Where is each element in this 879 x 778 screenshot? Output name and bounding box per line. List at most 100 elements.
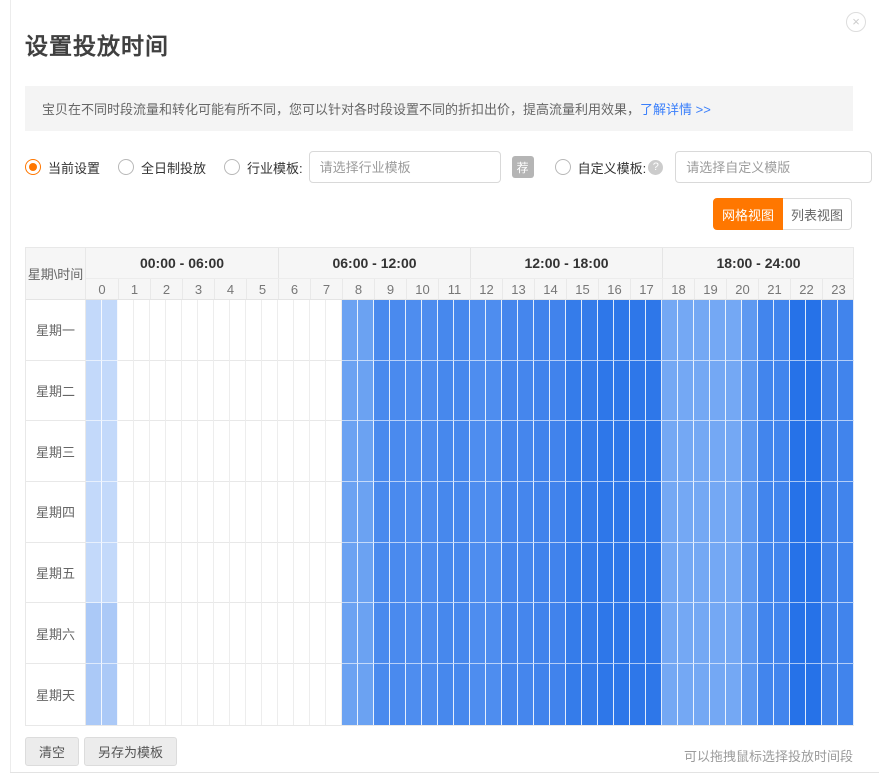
time-slot-cell[interactable] [246, 361, 262, 422]
time-slot-cell[interactable] [678, 300, 694, 361]
time-slot-cell[interactable] [294, 421, 310, 482]
time-slot-cell[interactable] [406, 361, 422, 422]
time-slot-cell[interactable] [374, 421, 390, 482]
time-slot-cell[interactable] [358, 664, 374, 725]
time-slot-cell[interactable] [86, 482, 102, 543]
time-slot-cell[interactable] [102, 361, 118, 422]
time-slot-cell[interactable] [678, 482, 694, 543]
time-slot-cell[interactable] [454, 361, 470, 422]
time-slot-cell[interactable] [614, 603, 630, 664]
time-slot-cell[interactable] [422, 361, 438, 422]
time-slot-cell[interactable] [134, 300, 150, 361]
time-slot-cell[interactable] [390, 421, 406, 482]
time-slot-cell[interactable] [230, 300, 246, 361]
time-slot-cell[interactable] [118, 300, 134, 361]
time-slot-cell[interactable] [582, 603, 598, 664]
time-slot-cell[interactable] [422, 664, 438, 725]
time-slot-cell[interactable] [838, 603, 854, 664]
time-slot-cell[interactable] [438, 300, 454, 361]
time-slot-cell[interactable] [598, 543, 614, 604]
time-slot-cell[interactable] [182, 603, 198, 664]
time-slot-cell[interactable] [502, 664, 518, 725]
time-slot-cell[interactable] [470, 482, 486, 543]
time-slot-cell[interactable] [150, 482, 166, 543]
time-slot-cell[interactable] [518, 543, 534, 604]
time-slot-cell[interactable] [678, 664, 694, 725]
time-slot-cell[interactable] [134, 664, 150, 725]
time-slot-cell[interactable] [598, 482, 614, 543]
learn-more-link[interactable]: 了解详情 >> [640, 99, 711, 118]
time-slot-cell[interactable] [710, 300, 726, 361]
time-slot-cell[interactable] [662, 300, 678, 361]
time-slot-cell[interactable] [214, 421, 230, 482]
time-slot-cell[interactable] [614, 543, 630, 604]
time-slot-cell[interactable] [502, 482, 518, 543]
time-slot-cell[interactable] [534, 482, 550, 543]
time-slot-cell[interactable] [774, 664, 790, 725]
time-slot-cell[interactable] [294, 664, 310, 725]
time-slot-cell[interactable] [102, 421, 118, 482]
time-slot-cell[interactable] [694, 482, 710, 543]
time-slot-cell[interactable] [246, 421, 262, 482]
time-slot-cell[interactable] [742, 603, 758, 664]
time-slot-cell[interactable] [630, 482, 646, 543]
time-slot-cell[interactable] [198, 482, 214, 543]
time-slot-cell[interactable] [550, 482, 566, 543]
time-slot-cell[interactable] [582, 300, 598, 361]
time-slot-cell[interactable] [630, 421, 646, 482]
time-slot-cell[interactable] [614, 482, 630, 543]
time-slot-cell[interactable] [374, 482, 390, 543]
time-slot-cell[interactable] [582, 421, 598, 482]
time-slot-cell[interactable] [806, 482, 822, 543]
time-slot-cell[interactable] [230, 603, 246, 664]
time-slot-cell[interactable] [358, 482, 374, 543]
time-slot-cell[interactable] [246, 300, 262, 361]
time-slot-cell[interactable] [150, 300, 166, 361]
time-slot-cell[interactable] [166, 482, 182, 543]
time-slot-cell[interactable] [86, 300, 102, 361]
time-slot-cell[interactable] [614, 664, 630, 725]
time-slot-cell[interactable] [822, 543, 838, 604]
time-slot-cell[interactable] [646, 361, 662, 422]
time-slot-cell[interactable] [662, 543, 678, 604]
time-slot-cell[interactable] [518, 421, 534, 482]
time-slot-cell[interactable] [326, 300, 342, 361]
time-slot-cell[interactable] [534, 603, 550, 664]
time-slot-cell[interactable] [518, 361, 534, 422]
time-slot-cell[interactable] [694, 361, 710, 422]
time-slot-cell[interactable] [614, 361, 630, 422]
time-slot-cell[interactable] [662, 482, 678, 543]
time-slot-cell[interactable] [582, 482, 598, 543]
time-slot-cell[interactable] [182, 421, 198, 482]
time-slot-cell[interactable] [838, 543, 854, 604]
time-slot-cell[interactable] [150, 543, 166, 604]
time-slot-cell[interactable] [694, 421, 710, 482]
time-slot-cell[interactable] [582, 664, 598, 725]
time-slot-cell[interactable] [134, 482, 150, 543]
time-slot-cell[interactable] [230, 664, 246, 725]
time-slot-cell[interactable] [646, 421, 662, 482]
time-slot-cell[interactable] [454, 421, 470, 482]
time-slot-cell[interactable] [598, 603, 614, 664]
radio-option-all-day[interactable]: 全日制投放 [118, 158, 206, 177]
time-slot-cell[interactable] [566, 664, 582, 725]
time-slot-cell[interactable] [646, 300, 662, 361]
time-slot-cell[interactable] [342, 300, 358, 361]
time-slot-cell[interactable] [646, 603, 662, 664]
time-slot-cell[interactable] [438, 664, 454, 725]
time-slot-cell[interactable] [646, 543, 662, 604]
time-slot-cell[interactable] [166, 543, 182, 604]
time-slot-cell[interactable] [262, 300, 278, 361]
time-slot-cell[interactable] [630, 300, 646, 361]
time-slot-cell[interactable] [774, 421, 790, 482]
time-slot-cell[interactable] [198, 361, 214, 422]
time-slot-cell[interactable] [150, 421, 166, 482]
time-slot-cell[interactable] [486, 664, 502, 725]
time-slot-cell[interactable] [278, 603, 294, 664]
time-slot-cell[interactable] [326, 664, 342, 725]
time-slot-cell[interactable] [758, 300, 774, 361]
radio-unchecked-icon[interactable] [224, 159, 240, 175]
time-slot-cell[interactable] [550, 664, 566, 725]
time-slot-cell[interactable] [342, 543, 358, 604]
time-slot-cell[interactable] [806, 300, 822, 361]
